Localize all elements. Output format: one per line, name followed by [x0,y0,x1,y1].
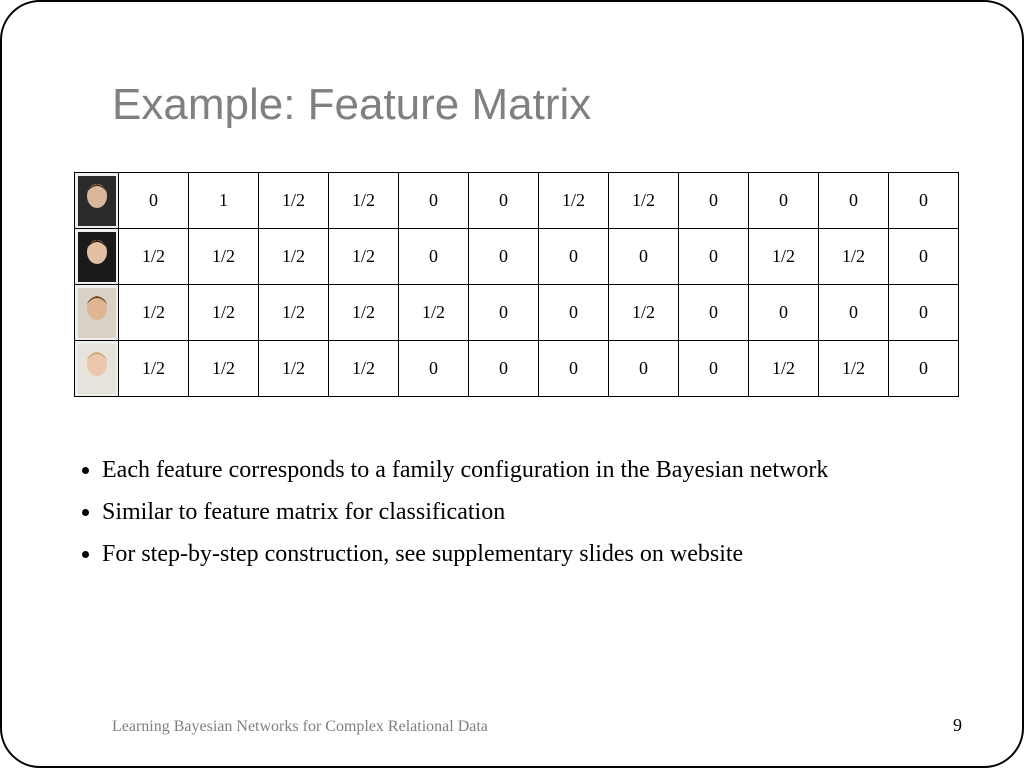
matrix-cell: 1/2 [609,173,679,229]
matrix-cell: 0 [399,173,469,229]
row-portrait-cell [75,341,119,397]
slide-title: Example: Feature Matrix [112,80,591,130]
matrix-cell: 0 [819,285,889,341]
matrix-cell: 0 [469,341,539,397]
matrix-cell: 0 [539,341,609,397]
matrix-cell: 1/2 [119,229,189,285]
matrix-cell: 1 [189,173,259,229]
matrix-cell: 1/2 [749,229,819,285]
matrix-cell: 0 [889,229,959,285]
matrix-cell: 0 [119,173,189,229]
matrix-cell: 1/2 [399,285,469,341]
bullet-list: Each feature corresponds to a family con… [74,452,932,578]
table-row: 1/21/21/21/2000001/21/20 [75,229,959,285]
row-portrait-cell [75,285,119,341]
matrix-cell: 0 [819,173,889,229]
matrix-cell: 1/2 [189,341,259,397]
matrix-cell: 0 [889,285,959,341]
matrix-cell: 0 [889,173,959,229]
matrix-cell: 1/2 [609,285,679,341]
matrix-cell: 1/2 [259,285,329,341]
matrix-cell: 1/2 [259,229,329,285]
bullet-item: For step-by-step construction, see suppl… [102,536,932,572]
matrix-cell: 1/2 [819,229,889,285]
person-icon [78,232,116,282]
matrix-cell: 1/2 [189,229,259,285]
matrix-cell: 0 [679,341,749,397]
matrix-cell: 1/2 [259,173,329,229]
matrix-cell: 0 [609,341,679,397]
matrix-cell: 1/2 [119,285,189,341]
table-row: 1/21/21/21/21/2001/20000 [75,285,959,341]
person-icon [78,176,116,226]
footer-caption: Learning Bayesian Networks for Complex R… [112,718,488,736]
matrix-cell: 0 [609,229,679,285]
matrix-cell: 1/2 [749,341,819,397]
matrix-cell: 1/2 [189,285,259,341]
person-icon [78,344,116,394]
matrix-cell: 0 [679,173,749,229]
matrix-cell: 0 [469,173,539,229]
slide-number: 9 [953,715,962,736]
slide-frame: Example: Feature Matrix 011/21/2001/21/2… [0,0,1024,768]
person-icon [78,288,116,338]
matrix-cell: 0 [399,229,469,285]
matrix-cell: 0 [749,173,819,229]
row-portrait-cell [75,229,119,285]
matrix-cell: 0 [539,229,609,285]
matrix-cell: 1/2 [329,341,399,397]
matrix-cell: 1/2 [329,173,399,229]
bullet-item: Similar to feature matrix for classifica… [102,494,932,530]
matrix-cell: 0 [749,285,819,341]
bullet-item: Each feature corresponds to a family con… [102,452,932,488]
table-row: 1/21/21/21/2000001/21/20 [75,341,959,397]
matrix-cell: 1/2 [119,341,189,397]
matrix-cell: 1/2 [259,341,329,397]
matrix-cell: 1/2 [329,229,399,285]
matrix-cell: 0 [679,285,749,341]
matrix-cell: 0 [399,341,469,397]
row-portrait-cell [75,173,119,229]
matrix-cell: 0 [679,229,749,285]
matrix-cell: 1/2 [329,285,399,341]
matrix-cell: 0 [889,341,959,397]
matrix-cell: 1/2 [539,173,609,229]
feature-matrix-table: 011/21/2001/21/200001/21/21/21/2000001/2… [74,172,959,397]
matrix-cell: 0 [539,285,609,341]
matrix-cell: 0 [469,285,539,341]
matrix-cell: 0 [469,229,539,285]
matrix-cell: 1/2 [819,341,889,397]
table-row: 011/21/2001/21/20000 [75,173,959,229]
